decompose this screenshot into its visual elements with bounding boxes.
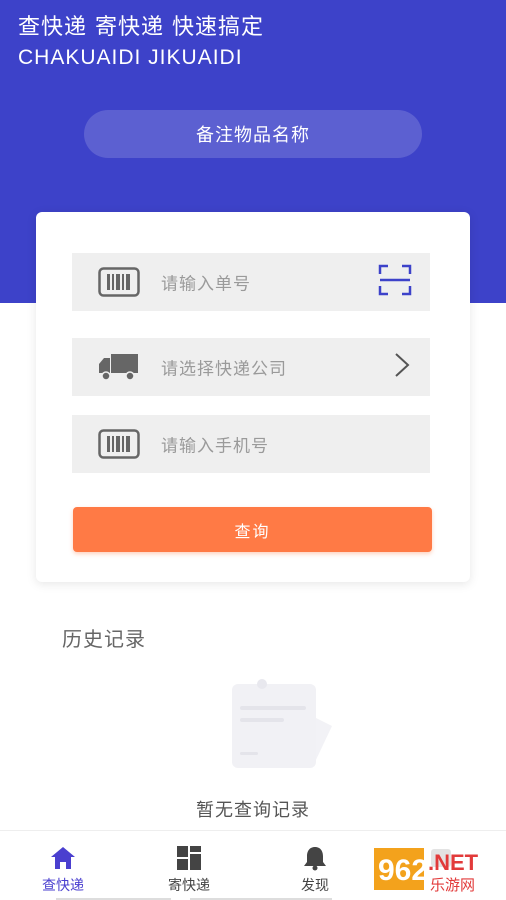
query-button[interactable]: 查询 bbox=[73, 507, 432, 552]
tracking-number-placeholder: 请输入单号 bbox=[161, 274, 251, 295]
tracking-number-field[interactable]: 请输入单号 bbox=[72, 253, 430, 311]
note-item-name-button[interactable]: 备注物品名称 bbox=[84, 110, 422, 158]
grid-icon bbox=[177, 846, 201, 870]
tab-discover-label: 发现 bbox=[301, 878, 329, 894]
bell-icon bbox=[304, 847, 326, 871]
tab-discover[interactable]: 发现 bbox=[252, 831, 378, 900]
tab-send-label: 寄快递 bbox=[168, 878, 210, 894]
svg-text:乐游网: 乐游网 bbox=[430, 876, 475, 894]
courier-company-select[interactable]: 请选择快递公司 bbox=[72, 338, 430, 396]
truck-icon bbox=[99, 354, 138, 381]
tab-query[interactable]: 查快递 bbox=[0, 831, 126, 900]
barcode-icon bbox=[98, 429, 140, 459]
empty-records-text: 暂无查询记录 bbox=[196, 800, 310, 821]
barcode-icon bbox=[98, 267, 140, 297]
header-slogan: 查快递 寄快递 快速搞定 bbox=[18, 15, 264, 40]
empty-records-illustration bbox=[232, 679, 332, 768]
phone-number-field[interactable]: 请输入手机号 bbox=[72, 415, 430, 473]
home-icon bbox=[51, 847, 75, 869]
query-card: 请输入单号 请选择快递公司 请输入手机号 查询 bbox=[36, 212, 470, 582]
site-watermark-logo: 962 .NET 乐游网 bbox=[368, 844, 498, 894]
svg-text:.NET: .NET bbox=[428, 850, 479, 875]
courier-company-placeholder: 请选择快递公司 bbox=[161, 359, 287, 380]
history-title: 历史记录 bbox=[62, 627, 146, 651]
svg-text:962: 962 bbox=[378, 854, 428, 887]
tab-send[interactable]: 寄快递 bbox=[126, 831, 252, 900]
phone-number-placeholder: 请输入手机号 bbox=[161, 436, 269, 457]
chevron-right-icon bbox=[394, 352, 410, 382]
header-slogan-en: CHAKUAIDI JIKUAIDI bbox=[18, 46, 243, 69]
scan-icon[interactable] bbox=[378, 264, 412, 300]
tab-query-label: 查快递 bbox=[42, 878, 84, 894]
